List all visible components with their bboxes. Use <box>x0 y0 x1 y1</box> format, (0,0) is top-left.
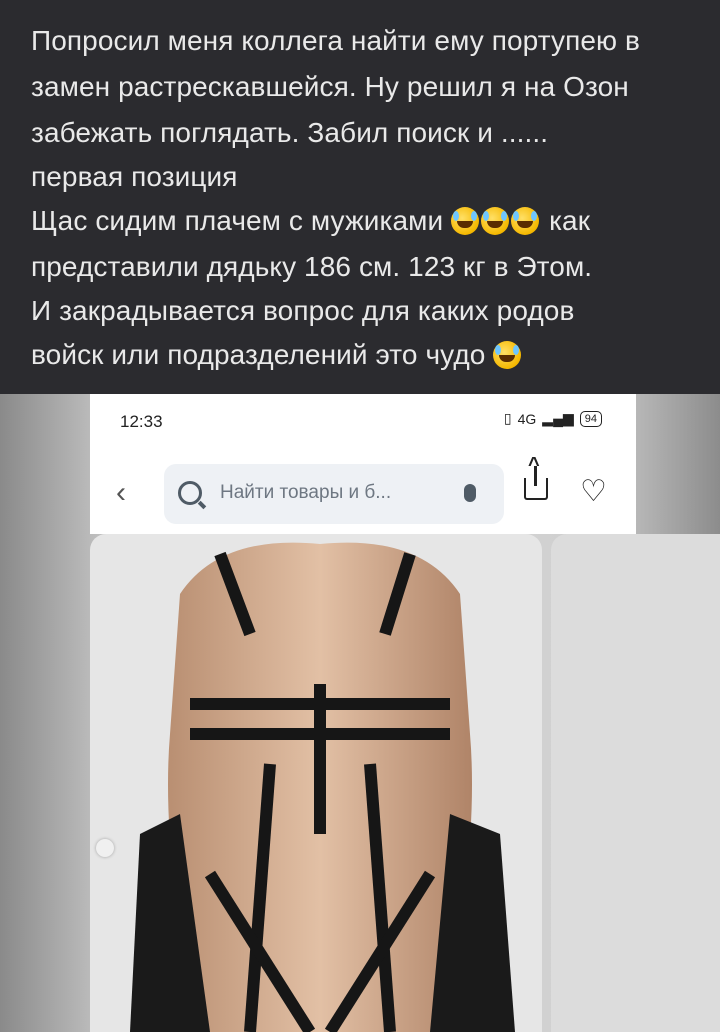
post-line-7: И закрадывается вопрос для каких родов <box>31 295 575 326</box>
vibrate-icon: ▯ <box>503 410 512 426</box>
laughing-emoji-icon <box>451 207 480 235</box>
signal-bars-icon: ▂▄▆ <box>542 410 574 426</box>
laughing-emoji-icon <box>481 207 510 235</box>
heart-icon[interactable]: ♡ <box>580 474 607 509</box>
share-icon[interactable] <box>524 454 548 500</box>
post-line-5-tail: как <box>549 205 591 236</box>
post-line-2: замен растрескавшейся. Ну решил я на Озо… <box>31 71 629 102</box>
mic-icon[interactable] <box>464 484 476 502</box>
status-time: 12:33 <box>120 412 163 431</box>
product-image-card[interactable] <box>90 534 542 1032</box>
post-line-8: войск или подразделений это чудо <box>31 338 523 372</box>
post-line-3: забежать поглядать. Забил поиск и ...... <box>31 117 549 148</box>
post-line-8-text: войск или подразделений это чудо <box>31 339 486 370</box>
battery-level: 94 <box>579 410 602 427</box>
laughing-emoji-icon <box>511 207 540 235</box>
search-input[interactable]: Найти товары и б... <box>164 464 504 524</box>
search-icon <box>178 481 202 505</box>
search-placeholder: Найти товары и б... <box>220 482 392 503</box>
post-text: Попросил меня коллега найти ему портупею… <box>0 0 720 394</box>
phone-header: 12:33 ▯ 4G ▂▄▆ 94 ‹ Найти товары и б... … <box>90 394 636 534</box>
signal-label: 4G <box>517 410 537 427</box>
back-chevron-icon[interactable]: ‹ <box>116 476 126 510</box>
laughing-emoji-icon <box>493 341 522 369</box>
status-icons: ▯ 4G ▂▄▆ 94 <box>504 410 602 427</box>
attached-screenshot[interactable]: 12:33 ▯ 4G ▂▄▆ 94 ‹ Найти товары и б... … <box>0 394 720 1032</box>
post-line-4: первая позиция <box>31 161 238 192</box>
post-line-5: Щас сидим плачем с мужиками как <box>31 204 590 238</box>
carousel-prev-icon[interactable] <box>96 839 114 857</box>
product-photo <box>130 542 515 1032</box>
post-line-1: Попросил меня коллега найти ему портупею… <box>31 25 640 56</box>
post-line-6: представили дядьку 186 см. 123 кг в Этом… <box>31 251 593 282</box>
next-product-card[interactable] <box>551 534 720 1032</box>
post-line-5-text: Щас сидим плачем с мужиками <box>31 205 444 236</box>
